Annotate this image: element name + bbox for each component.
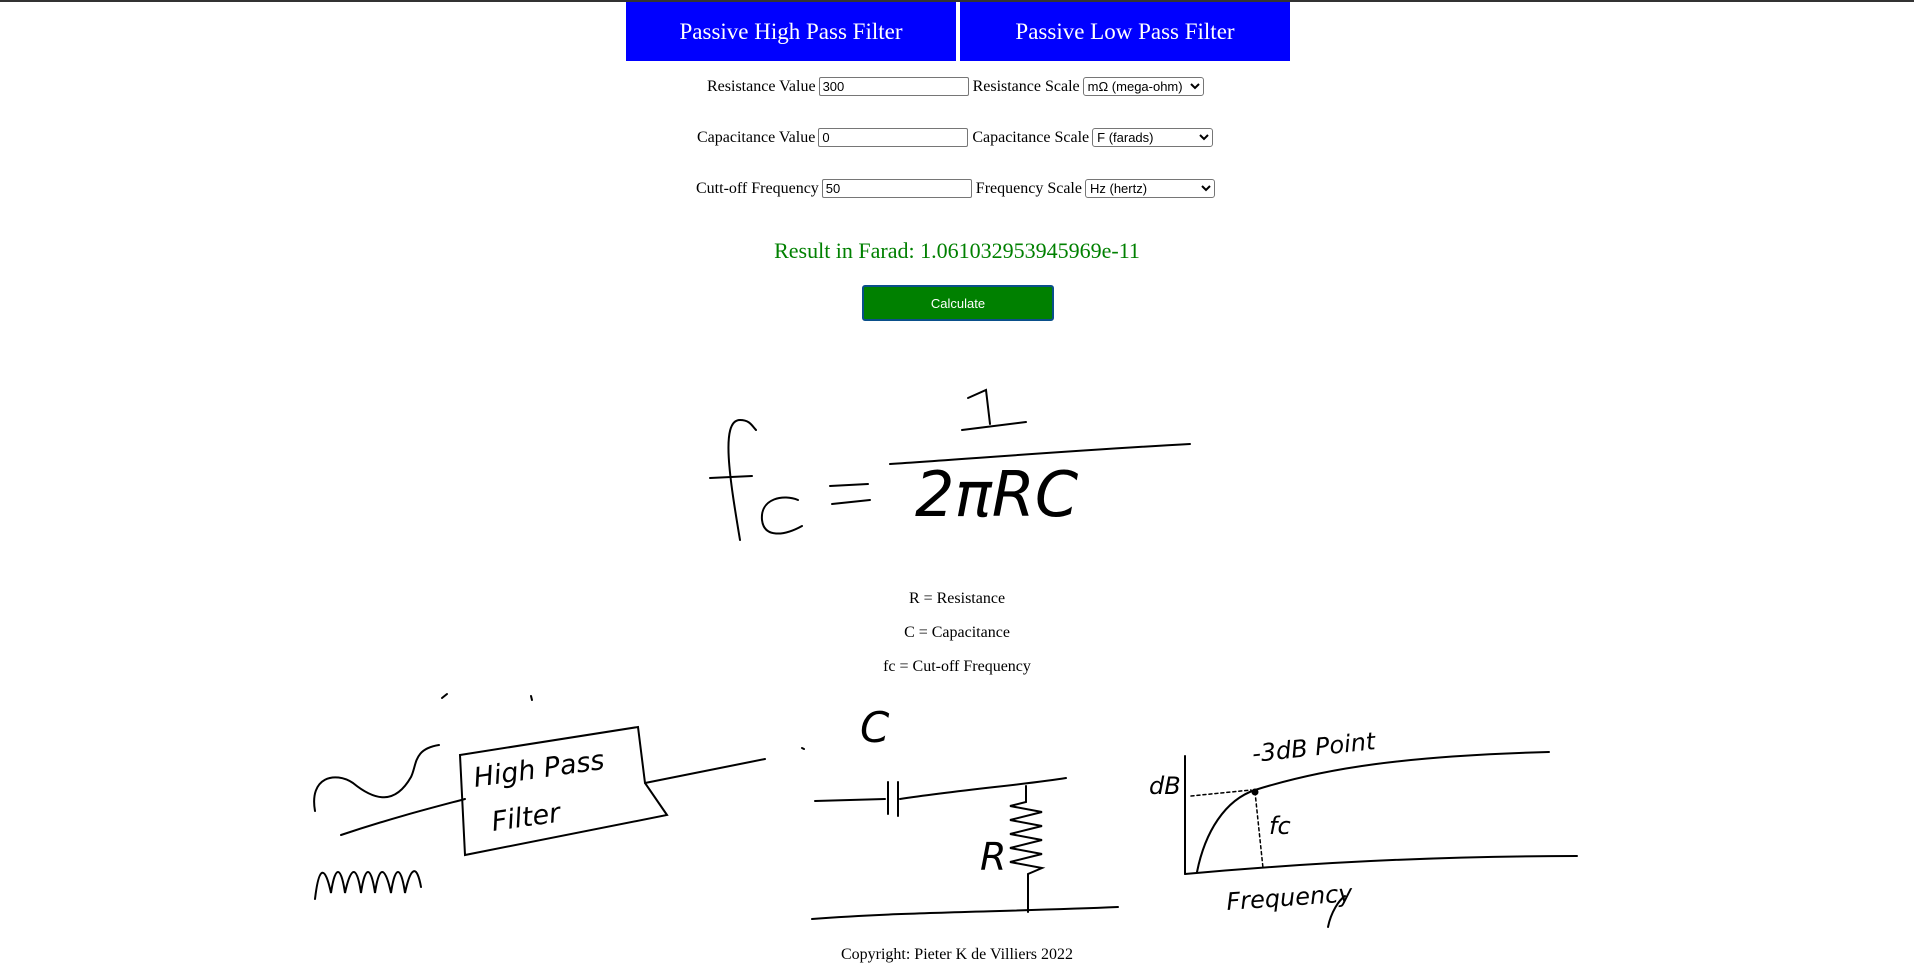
frequency-input[interactable]: [821, 179, 972, 198]
resistance-label: Resistance Value: [707, 77, 816, 95]
frequency-response-sketch: dB -3dB Point fc Frequency: [1149, 727, 1578, 928]
filter-tabs: Passive High Pass Filter Passive Low Pas…: [626, 2, 1290, 61]
tab-low-pass-filter[interactable]: Passive Low Pass Filter: [960, 2, 1290, 61]
frequency-scale-select[interactable]: Hz (hertz): [1084, 179, 1215, 198]
high-pass-filter-sketch: High Pass Filter: [313, 693, 766, 900]
formula-image: 2πRC: [709, 388, 1191, 541]
resistance-scale-label: Resistance Scale: [972, 77, 1080, 95]
legend-cutoff-frequency: fc = Cut-off Frequency: [883, 658, 1031, 675]
frequency-scale-label: Frequency Scale: [975, 179, 1082, 197]
legend-capacitance: C = Capacitance: [904, 624, 1010, 641]
filter-box-label-line1: High Pass: [472, 745, 607, 794]
result-text: Result in Farad: 1.061032953945969e-11: [774, 238, 1140, 263]
resistance-input[interactable]: [818, 77, 969, 96]
capacitance-row: Capacitance Value Capacitance Scale F (f…: [697, 128, 1214, 147]
legend-resistance: R = Resistance: [908, 590, 1006, 607]
graph-3db-point-label: -3dB Point: [1251, 727, 1379, 768]
frequency-row: Cutt-off Frequency Frequency Scale Hz (h…: [696, 179, 1215, 198]
graph-x-axis-label: Frequency: [1225, 879, 1354, 916]
frequency-label: Cutt-off Frequency: [696, 179, 819, 197]
calculate-button[interactable]: Calculate: [862, 285, 1054, 321]
circuit-resistor-label: R: [980, 835, 1006, 879]
capacitance-scale-select[interactable]: F (farads): [1092, 128, 1214, 147]
copyright-footer: Copyright: Pieter K de Villiers 2022: [840, 946, 1074, 963]
rc-circuit-sketch: C R: [801, 703, 1119, 920]
capacitance-input[interactable]: [818, 128, 969, 147]
graph-y-axis-label: dB: [1149, 772, 1181, 800]
formula-denominator: 2πRC: [915, 458, 1079, 531]
circuit-capacitor-label: C: [860, 703, 890, 752]
resistance-row: Resistance Value Resistance Scale mΩ (me…: [707, 77, 1204, 96]
resistance-scale-select[interactable]: mΩ (mega-ohm): [1082, 77, 1204, 96]
page: Passive High Pass Filter Passive Low Pas…: [0, 0, 1914, 969]
tab-high-pass-filter[interactable]: Passive High Pass Filter: [626, 2, 956, 61]
graph-fc-label: fc: [1269, 812, 1291, 840]
filter-box-label-line2: Filter: [490, 797, 564, 838]
capacitance-label: Capacitance Value: [697, 128, 816, 146]
capacitance-scale-label: Capacitance Scale: [972, 128, 1090, 146]
